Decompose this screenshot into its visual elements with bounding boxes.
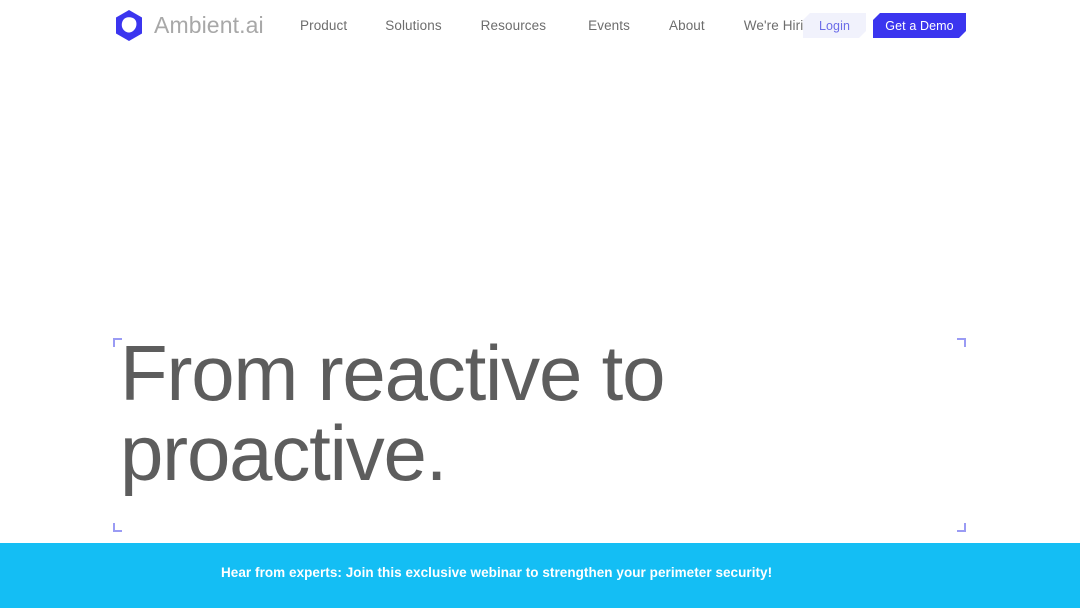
brand-name: Ambient.ai (154, 12, 264, 38)
promo-banner: Hear from experts: Join this exclusive w… (0, 543, 1080, 608)
nav-item-events[interactable]: Events (588, 18, 630, 33)
nav-item-product[interactable]: Product (300, 18, 347, 33)
hero-section: From reactive to proactive. (113, 333, 966, 532)
nav-item-about[interactable]: About (669, 18, 705, 33)
get-a-demo-button[interactable]: Get a Demo (873, 13, 966, 38)
main-navigation: Product Solutions Resources Events About… (300, 18, 822, 33)
promo-banner-message: Hear from experts: Join this exclusive w… (221, 565, 773, 580)
hexagon-logo-icon (113, 9, 145, 42)
nav-link-label[interactable]: Solutions (385, 18, 441, 33)
site-header: Ambient.ai Product Solutions Resources E… (0, 0, 1080, 52)
corner-bracket-bottom-left-icon (113, 523, 122, 532)
nav-item-solutions[interactable]: Solutions (385, 18, 441, 33)
corner-bracket-top-right-icon (957, 338, 966, 347)
nav-link-label[interactable]: Resources (481, 18, 546, 33)
page-title: From reactive to proactive. (120, 329, 665, 497)
nav-link-label[interactable]: Product (300, 18, 347, 33)
login-button[interactable]: Login (803, 13, 866, 38)
brand-logo-link[interactable]: Ambient.ai (113, 9, 264, 42)
nav-link-label[interactable]: Events (588, 18, 630, 33)
nav-link-label[interactable]: About (669, 18, 705, 33)
corner-bracket-bottom-right-icon (957, 523, 966, 532)
nav-item-resources[interactable]: Resources (481, 18, 546, 33)
